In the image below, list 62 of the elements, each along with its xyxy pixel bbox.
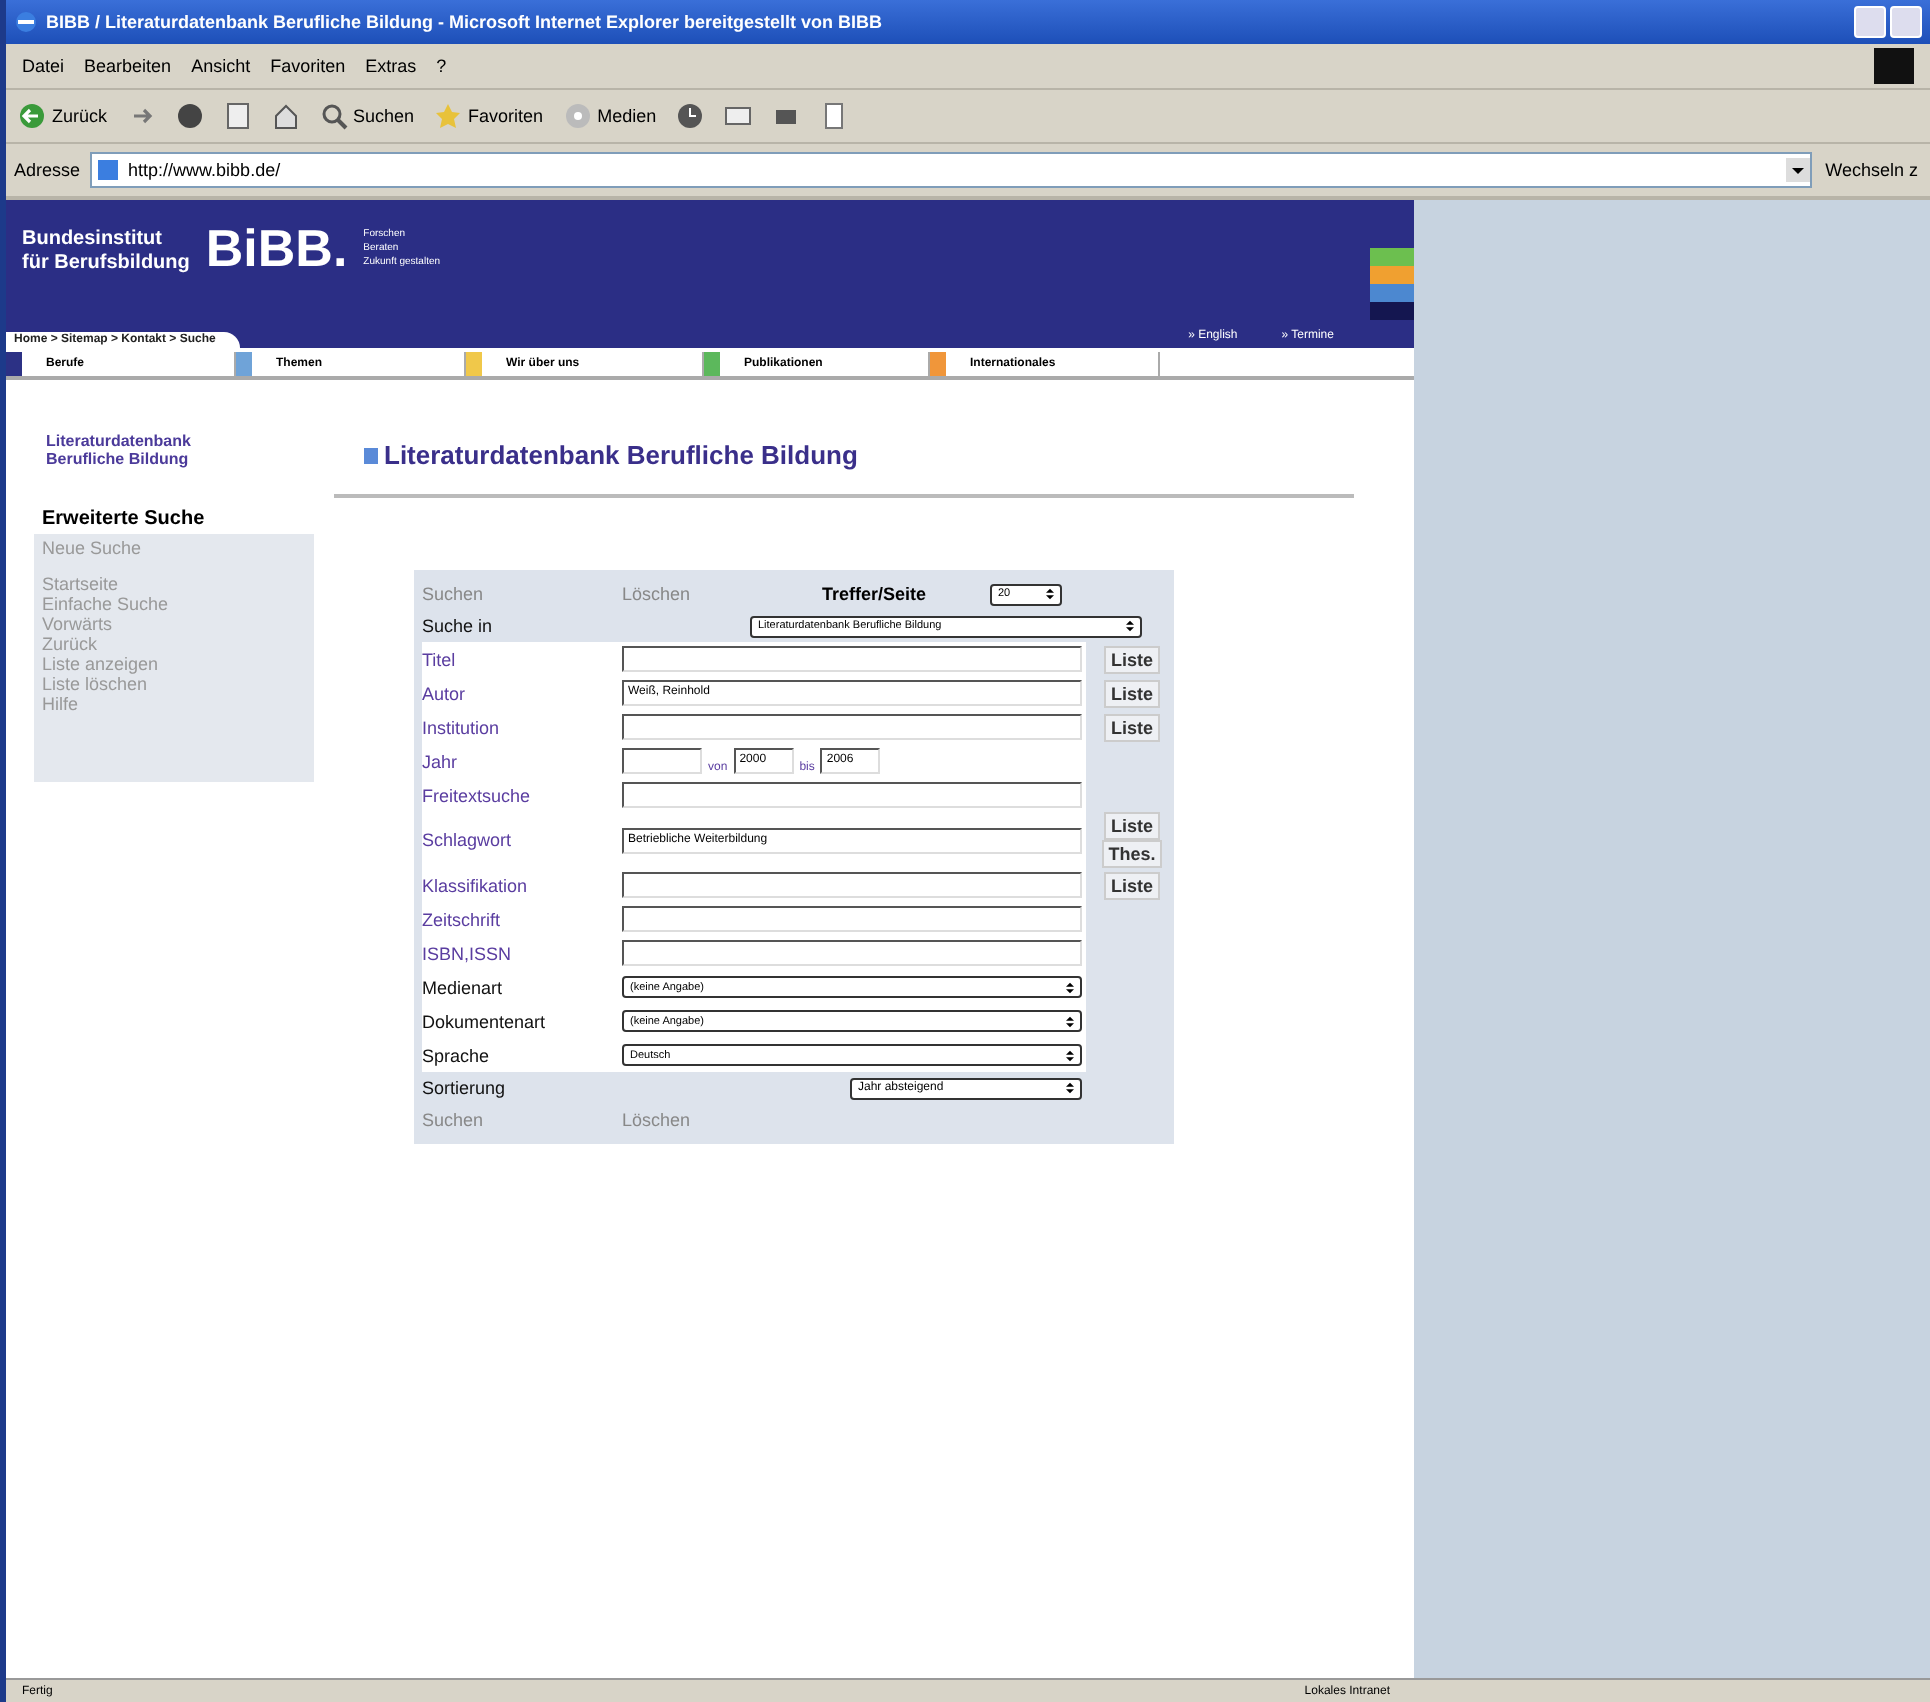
field-label: Schlagwort — [422, 830, 514, 850]
year-field[interactable] — [622, 748, 702, 774]
windows-logo-icon — [1874, 48, 1914, 84]
page-heading: Literaturdatenbank Berufliche Bildung — [364, 440, 1414, 470]
spinner-arrows-icon — [1126, 620, 1134, 632]
field-label: Dokumentenart — [422, 1011, 548, 1031]
toolbar-icon[interactable] — [720, 102, 757, 130]
list-button[interactable]: Liste — [1104, 812, 1159, 840]
list-button[interactable]: Liste — [1104, 679, 1159, 707]
toolbar-button[interactable]: Zurück — [14, 102, 112, 130]
disc-icon — [563, 102, 592, 130]
back-arrow-icon — [18, 102, 46, 130]
list-button[interactable]: Thes. — [1102, 840, 1162, 868]
spinner-arrows-icon — [1046, 588, 1054, 600]
list-button[interactable]: Liste — [1104, 645, 1159, 673]
hits-label: Treffer/Seite — [822, 584, 929, 604]
text-field[interactable] — [622, 940, 1082, 966]
field-label: Titel — [422, 649, 458, 669]
spinner-arrows-icon — [1066, 1082, 1074, 1094]
menu-item[interactable]: Datei — [22, 56, 65, 76]
field-label: Suche in — [422, 616, 495, 636]
menu-item[interactable]: Favoriten — [270, 56, 346, 76]
text-field[interactable] — [622, 714, 1082, 740]
menu-item[interactable]: Bearbeiten — [84, 56, 172, 76]
text-field[interactable] — [622, 782, 1082, 808]
address-label: Adresse — [14, 160, 81, 180]
field-label: Klassifikation — [422, 875, 530, 895]
field-label: Jahr — [422, 751, 460, 771]
color-stripe-drawing — [1370, 248, 1414, 320]
go-button[interactable]: Wechseln z — [1821, 160, 1922, 180]
spinner-arrows-icon — [1066, 981, 1074, 993]
site-logo: BiBB. — [205, 220, 348, 276]
toolbar-button[interactable]: Favoriten — [430, 102, 548, 130]
sidebar-title[interactable]: Literaturdatenbank Berufliche Bildung — [34, 424, 278, 476]
address-field[interactable]: http://www.bibb.de/ — [90, 152, 1812, 188]
field-label: Sprache — [422, 1045, 492, 1065]
field-label: Medienart — [422, 977, 505, 997]
toolbar-button[interactable]: Medien — [559, 102, 661, 130]
menu-item[interactable]: Extras — [365, 56, 417, 76]
list-button[interactable]: Liste — [1104, 871, 1159, 899]
text-field[interactable] — [622, 646, 1082, 672]
sidebar-heading: Erweiterte Suche — [40, 506, 207, 534]
field-label: Zeitschrift — [422, 909, 503, 929]
spinner-arrows-icon — [1066, 1015, 1074, 1027]
text-field[interactable] — [622, 872, 1082, 898]
browser-icon — [14, 10, 38, 34]
field-label: ISBN,ISSN — [422, 943, 514, 963]
page-icon — [96, 158, 121, 182]
spinner-arrows-icon — [1066, 1049, 1074, 1061]
field-label: Autor — [422, 683, 468, 703]
text-field[interactable] — [622, 906, 1082, 932]
menu-item[interactable]: Ansicht — [191, 56, 251, 76]
institute-name: Bundesinstitut für Berufsbildung — [22, 226, 190, 276]
toolbar-button[interactable]: Suchen — [315, 102, 419, 130]
menu-item[interactable]: ? — [436, 56, 447, 76]
window-title: BIBB / Literaturdatenbank Berufliche Bildung - Microsoft Internet Explorer bereitgestellt von BIBB — [46, 12, 885, 32]
star-icon — [434, 102, 463, 130]
field-label: Freitextsuche — [422, 785, 533, 805]
field-label: Institution — [422, 717, 502, 737]
list-button[interactable]: Liste — [1104, 713, 1159, 741]
field-label: Sortierung — [422, 1078, 508, 1098]
search-icon — [319, 102, 348, 130]
